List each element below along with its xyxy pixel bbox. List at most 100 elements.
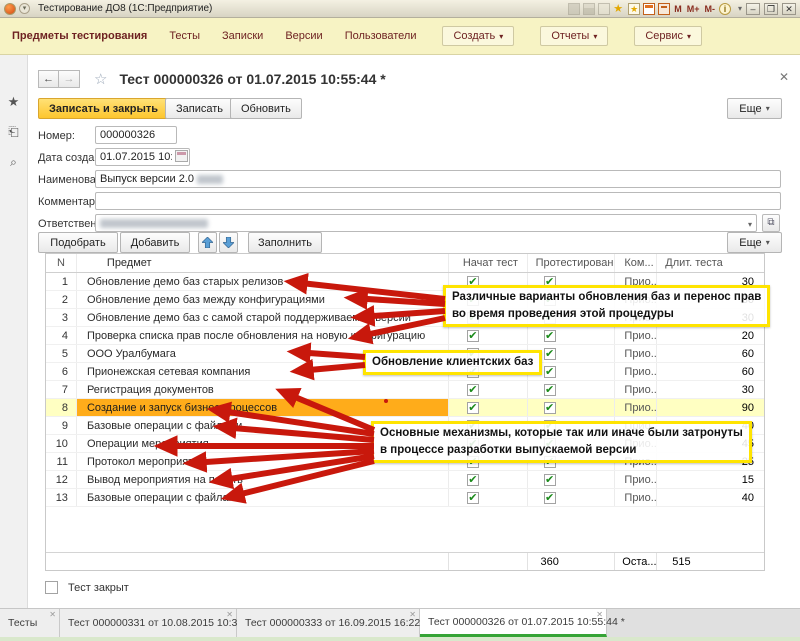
table-row[interactable]: 8Создание и запуск бизнес-процессов✔✔При…: [46, 399, 764, 417]
table-row[interactable]: 4Проверка списка прав после обновления н…: [46, 327, 764, 345]
comment-input[interactable]: [95, 192, 781, 210]
table-row[interactable]: 13Базовые операции с файлами.✔✔Прио...40: [46, 489, 764, 507]
section-panel: Предметы тестирования Тесты Записки Верс…: [0, 18, 800, 55]
row-tested-cell[interactable]: ✔: [527, 327, 615, 344]
window-tab[interactable]: Тест 000000331 от 10.08.2015 10:37:15 *✕: [60, 609, 237, 637]
section-test-subjects[interactable]: Предметы тестирования: [12, 30, 147, 42]
col-subject[interactable]: Предмет: [76, 254, 448, 272]
date-picker-icon[interactable]: [175, 150, 188, 162]
refresh-button[interactable]: Обновить: [230, 98, 302, 119]
col-com[interactable]: Ком...: [614, 254, 656, 272]
row-subject[interactable]: Обновление демо баз старых релизов: [76, 273, 448, 290]
table-row[interactable]: 12Вывод мероприятия на печать✔✔Прио...15: [46, 471, 764, 489]
memory-m-button[interactable]: M: [673, 4, 683, 14]
row-started-cell[interactable]: ✔: [448, 327, 527, 344]
info-icon[interactable]: i: [719, 3, 731, 15]
arrow-down-icon: [223, 237, 234, 248]
calculator-icon[interactable]: [658, 3, 670, 15]
memory-mminus-button[interactable]: M-: [703, 4, 716, 14]
row-started-cell[interactable]: ✔: [448, 381, 527, 398]
section-versions[interactable]: Версии: [285, 30, 322, 42]
info-dropdown-icon[interactable]: ▾: [738, 4, 742, 13]
table-row[interactable]: 7Регистрация документов✔✔Прио...30: [46, 381, 764, 399]
row-tested-cell[interactable]: ✔: [527, 489, 615, 506]
tool-sidebar: ★ ⎗ ⌕: [0, 55, 28, 608]
search-icon[interactable]: ⌕: [7, 155, 21, 169]
name-input[interactable]: Выпуск версии 2.0: [95, 170, 781, 188]
section-tests[interactable]: Тесты: [169, 30, 200, 42]
row-subject[interactable]: Обновление демо баз между конфигурациями: [76, 291, 448, 308]
test-closed-checkbox[interactable]: [45, 581, 58, 594]
close-tab-icon[interactable]: ✕: [596, 610, 603, 619]
number-input[interactable]: [95, 126, 177, 144]
window-tab[interactable]: Тесты✕: [0, 609, 60, 637]
window-tab[interactable]: Тест 000000333 от 16.09.2015 16:22:02 *✕: [237, 609, 420, 637]
checked-checkbox-icon: ✔: [544, 330, 556, 342]
close-tab-icon[interactable]: ✕: [226, 610, 233, 619]
row-subject[interactable]: Создание и запуск бизнес-процессов: [76, 399, 448, 416]
row-started-cell[interactable]: ✔: [448, 399, 527, 416]
minimize-button[interactable]: –: [746, 3, 760, 15]
favorites-star-icon[interactable]: ★: [7, 95, 21, 109]
restore-button[interactable]: ❐: [764, 3, 778, 15]
section-users[interactable]: Пользователи: [345, 30, 417, 42]
back-button[interactable]: ←: [38, 70, 59, 88]
col-started[interactable]: Начат тест: [448, 254, 527, 272]
close-form-icon[interactable]: ✕: [779, 70, 789, 84]
row-number: 5: [46, 345, 76, 362]
row-subject[interactable]: Вывод мероприятия на печать: [76, 471, 448, 488]
memory-mplus-button[interactable]: M+: [686, 4, 701, 14]
row-tested-cell[interactable]: ✔: [527, 471, 615, 488]
print-preview-icon[interactable]: [598, 3, 610, 15]
app-logo-icon[interactable]: [4, 3, 16, 15]
favorite-toggle-icon[interactable]: ☆: [94, 70, 107, 88]
pick-button[interactable]: Подобрать: [38, 232, 118, 253]
chevron-down-icon[interactable]: ▾: [748, 220, 752, 229]
add-favorite-icon[interactable]: ★: [628, 3, 640, 15]
move-down-button[interactable]: [219, 232, 238, 253]
reports-menu-button[interactable]: Отчеты▾: [540, 26, 608, 46]
history-page-icon[interactable]: ⎗: [7, 125, 21, 139]
calendar-icon[interactable]: [643, 3, 655, 15]
application-window: ▾ Тестирование ДО8 (1С:Предприятие) ★ ★ …: [0, 0, 800, 641]
forward-button[interactable]: →: [59, 70, 80, 88]
menu-grid-icon[interactable]: [7, 65, 21, 79]
save-button[interactable]: Записать: [165, 98, 234, 119]
close-tab-icon[interactable]: ✕: [409, 610, 416, 619]
system-menu-icon[interactable]: ▾: [19, 3, 30, 14]
row-com: Прио...: [614, 363, 656, 380]
col-tested[interactable]: Протестирован: [527, 254, 615, 272]
annotation-box-1: Различные варианты обновления баз и пере…: [443, 285, 770, 327]
more-button-top[interactable]: Еще▾: [727, 98, 782, 119]
row-subject[interactable]: Базовые операции с файлами.: [76, 489, 448, 506]
add-button[interactable]: Добавить: [120, 232, 190, 253]
open-reference-icon[interactable]: ⧉: [762, 214, 780, 232]
favorites-icon[interactable]: ★: [613, 3, 625, 15]
row-tested-cell[interactable]: ✔: [527, 399, 615, 416]
redacted-text: [100, 219, 208, 228]
move-up-button[interactable]: [198, 232, 217, 253]
row-number: 12: [46, 471, 76, 488]
window-tab[interactable]: Тест 000000326 от 01.07.2015 10:55:44 *✕: [420, 609, 607, 637]
row-number: 2: [46, 291, 76, 308]
row-subject[interactable]: Регистрация документов: [76, 381, 448, 398]
col-duration[interactable]: Длит. теста: [656, 254, 764, 272]
col-n[interactable]: N: [46, 254, 76, 272]
save-icon[interactable]: [568, 3, 580, 15]
fill-button[interactable]: Заполнить: [248, 232, 322, 253]
responsible-input[interactable]: ▾: [95, 214, 757, 232]
more-button-list[interactable]: Еще▾: [727, 232, 782, 253]
row-started-cell[interactable]: ✔: [448, 489, 527, 506]
close-tab-icon[interactable]: ✕: [49, 610, 56, 619]
save-and-close-button[interactable]: Записать и закрыть: [38, 98, 169, 119]
section-notes[interactable]: Записки: [222, 30, 263, 42]
print-icon[interactable]: [583, 3, 595, 15]
row-number: 1: [46, 273, 76, 290]
row-subject[interactable]: Проверка списка прав после обновления на…: [76, 327, 448, 344]
row-started-cell[interactable]: ✔: [448, 471, 527, 488]
service-menu-button[interactable]: Сервис▾: [634, 26, 702, 46]
close-window-button[interactable]: ✕: [782, 3, 796, 15]
row-subject[interactable]: Обновление демо баз с самой старой подде…: [76, 309, 448, 326]
row-tested-cell[interactable]: ✔: [527, 381, 615, 398]
create-menu-button[interactable]: Создать▾: [442, 26, 514, 46]
